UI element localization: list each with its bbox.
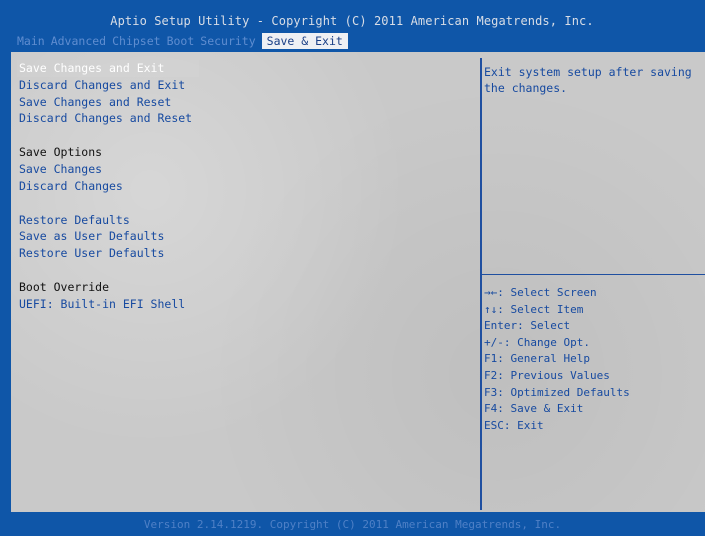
tab-boot[interactable]: Boot — [164, 33, 198, 49]
menu-item-restore-user-defaults[interactable]: Restore User Defaults — [17, 245, 199, 262]
tab-bar: Main Advanced Chipset Boot Security Save… — [14, 33, 348, 49]
menu-item-discard-changes[interactable]: Discard Changes — [17, 178, 199, 195]
key-hint-f2: F2: Previous Values — [484, 368, 610, 382]
key-hint-select-item: ↑↓: Select Item — [484, 302, 584, 316]
page-title: Aptio Setup Utility - Copyright (C) 2011… — [110, 14, 594, 28]
help-description: Exit system setup after saving the chang… — [484, 65, 692, 95]
panel-divider-horizontal — [482, 274, 705, 275]
title-bar: Aptio Setup Utility - Copyright (C) 2011… — [14, 11, 705, 51]
bios-frame: Aptio Setup Utility - Copyright (C) 2011… — [0, 0, 705, 536]
menu-item-discard-changes-and-exit[interactable]: Discard Changes and Exit — [17, 77, 199, 94]
tab-save-exit[interactable]: Save & Exit — [261, 33, 348, 49]
menu-item-save-changes-and-exit[interactable]: Save Changes and Exit — [17, 60, 199, 77]
content-panel: Save Changes and Exit Discard Changes an… — [10, 51, 705, 513]
key-hint-f3: F3: Optimized Defaults — [484, 385, 630, 399]
tab-main[interactable]: Main — [14, 33, 48, 49]
footer-bar: Version 2.14.1219. Copyright (C) 2011 Am… — [0, 512, 705, 536]
key-hint-enter: Enter: Select — [484, 319, 571, 333]
tab-chipset[interactable]: Chipset — [109, 33, 163, 49]
menu-spacer — [17, 195, 457, 212]
menu-item-uefi-efi-shell[interactable]: UEFI: Built-in EFI Shell — [17, 296, 199, 313]
key-hint-f1: F1: General Help — [484, 352, 590, 366]
menu-list: Save Changes and Exit Discard Changes an… — [17, 60, 457, 313]
key-hint-f4: F4: Save & Exit — [484, 402, 584, 416]
menu-spacer — [17, 127, 457, 144]
version-text: Version 2.14.1219. Copyright (C) 2011 Am… — [143, 518, 562, 531]
key-hint-select-screen: →←: Select Screen — [484, 286, 597, 299]
section-header-boot-override: Boot Override — [19, 279, 110, 294]
menu-item-save-as-user-defaults[interactable]: Save as User Defaults — [17, 228, 199, 245]
menu-item-discard-changes-and-reset[interactable]: Discard Changes and Reset — [17, 110, 199, 127]
menu-item-save-changes-and-reset[interactable]: Save Changes and Reset — [17, 94, 199, 111]
key-legend: →←: Select Screen ↑↓: Select Item Enter:… — [484, 285, 699, 434]
tab-security[interactable]: Security — [197, 33, 258, 49]
section-header-save-options: Save Options — [19, 145, 103, 160]
tab-advanced[interactable]: Advanced — [48, 33, 109, 49]
menu-item-save-changes[interactable]: Save Changes — [17, 161, 199, 178]
menu-item-restore-defaults[interactable]: Restore Defaults — [17, 212, 199, 229]
key-hint-change-opt: +/-: Change Opt. — [484, 335, 590, 349]
key-hint-esc: ESC: Exit — [484, 418, 544, 432]
menu-spacer — [17, 262, 457, 279]
panel-divider-vertical — [480, 58, 482, 510]
